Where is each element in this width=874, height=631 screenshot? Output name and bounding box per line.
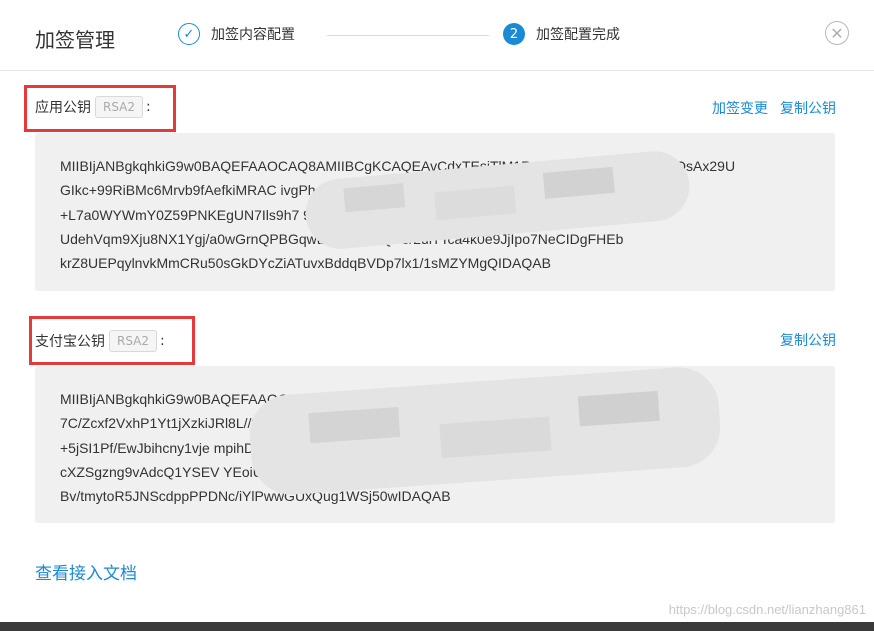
check-icon: ✓ — [178, 23, 200, 45]
alipay-key-label-row: 支付宝公钥 RSA2 : — [35, 330, 165, 352]
app-key-label: 应用公钥 — [35, 100, 91, 116]
watermark: https://blog.csdn.net/lianzhang861 — [668, 602, 866, 617]
change-sign-link[interactable]: 加签变更 — [712, 98, 768, 118]
app-public-key-box[interactable]: MIIBIjANBgkqhkiG9w0BAQEFAAOCAQ8AMIIBCgKC… — [35, 133, 835, 291]
close-icon[interactable]: ✕ — [825, 21, 849, 45]
view-docs-link[interactable]: 查看接入文档 — [35, 559, 137, 584]
copy-app-key-link[interactable]: 复制公钥 — [780, 98, 836, 118]
step-2: 2 加签配置完成 — [503, 23, 620, 45]
step-2-number: 2 — [503, 23, 525, 45]
label-colon: : — [146, 99, 151, 115]
alipay-public-key-box[interactable]: MIIBIjANBgkqhkiG9w0BAQEFAAOCAQ8AMIIBCgKC… — [35, 364, 835, 523]
alipay-key-actions: 复制公钥 — [780, 330, 836, 350]
step-connector — [327, 35, 489, 36]
step-1: ✓ 加签内容配置 — [178, 23, 295, 45]
label-colon: : — [160, 333, 165, 349]
rsa2-badge: RSA2 — [95, 96, 144, 118]
step-2-label: 加签配置完成 — [536, 27, 620, 43]
key-line: Bv/tmytoR5JNScdppPPDNc/iYlPwwGUxQug1WSj5… — [60, 488, 451, 505]
app-key-actions: 加签变更 复制公钥 — [712, 98, 836, 118]
app-key-label-row: 应用公钥 RSA2 : — [35, 96, 151, 118]
rsa2-badge: RSA2 — [109, 330, 158, 352]
sign-management-dialog: 加签管理 ✓ 加签内容配置 2 加签配置完成 ✕ 应用公钥 RSA2 : 加签变… — [0, 0, 874, 622]
dialog-header: 加签管理 ✓ 加签内容配置 2 加签配置完成 ✕ — [0, 0, 874, 71]
copy-alipay-key-link[interactable]: 复制公钥 — [780, 330, 836, 350]
dialog-title: 加签管理 — [35, 28, 115, 52]
key-line: krZ8UEPqylnvkMmCRu50sGkDYcZiATuvxBddqBVD… — [60, 255, 551, 272]
alipay-key-label: 支付宝公钥 — [35, 334, 105, 350]
step-1-label: 加签内容配置 — [211, 27, 295, 43]
